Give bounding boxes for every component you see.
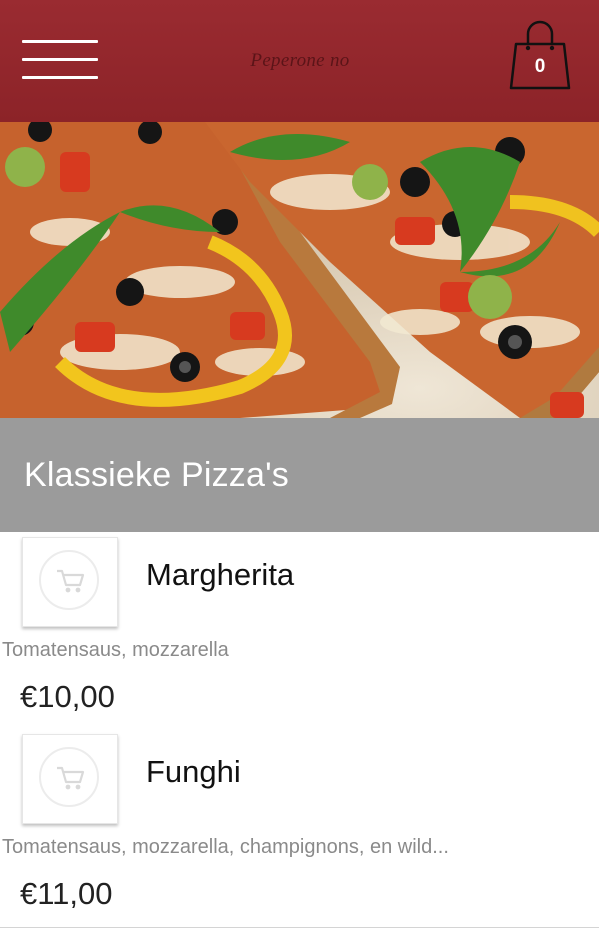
menu-line (22, 58, 98, 61)
category-title: Klassieke Pizza's (24, 456, 289, 494)
brand-logo: Peperone no (250, 50, 350, 71)
product-name: Margherita (146, 557, 295, 592)
shopping-cart-button[interactable]: 0 (506, 20, 574, 92)
hamburger-menu-button[interactable] (22, 38, 98, 82)
cart-count-badge: 0 (534, 56, 546, 77)
product-item[interactable]: Funghi Tomatensaus, mozzarella, champign… (0, 730, 599, 928)
cart-icon-circle (39, 747, 99, 807)
menu-line (22, 40, 98, 43)
category-header: Klassieke Pizza's (0, 418, 599, 532)
menu-line (22, 76, 98, 79)
product-description: Tomatensaus, mozzarella, champignons, en… (2, 836, 449, 858)
app-header: Peperone no 0 (0, 0, 599, 122)
cart-icon-circle (39, 550, 99, 610)
cart-icon (57, 569, 85, 593)
product-description: Tomatensaus, mozzarella (2, 639, 229, 661)
hero-image (0, 122, 599, 418)
product-price: €10,00 (20, 679, 115, 714)
cart-icon (57, 766, 85, 790)
product-name: Funghi (146, 754, 241, 789)
product-price: €11,00 (20, 876, 113, 911)
product-item[interactable]: Margherita Tomatensaus, mozzarella €10,0… (0, 533, 599, 731)
pizza-image (0, 122, 599, 418)
add-to-cart-button[interactable] (22, 734, 118, 824)
add-to-cart-button[interactable] (22, 537, 118, 627)
